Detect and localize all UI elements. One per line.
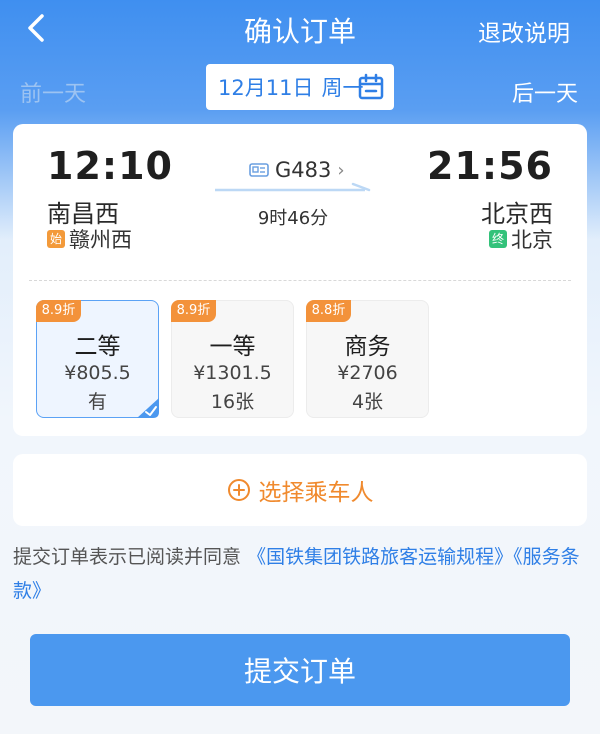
divider xyxy=(29,280,571,281)
origin-station: 赣州西 xyxy=(69,228,132,252)
seat-class: 商务 xyxy=(344,334,391,360)
date-selector[interactable]: 12月11日 周一 xyxy=(206,64,394,110)
seat-class: 一等 xyxy=(209,334,256,360)
route-arrow-icon xyxy=(215,182,371,192)
add-circle-icon xyxy=(227,479,250,501)
seat-availability: 4张 xyxy=(351,391,384,413)
terminal-station: 北京 xyxy=(511,228,553,252)
seat-option-first-class[interactable]: 8.9折 一等 ¥1301.5 16张 xyxy=(171,300,294,418)
seat-availability: 16张 xyxy=(210,391,255,413)
next-day-button[interactable]: 后一天 xyxy=(512,76,578,108)
header: 确认订单 退改说明 xyxy=(0,0,600,56)
terminal-tag: 终 xyxy=(489,230,507,248)
discount-badge: 8.9折 xyxy=(36,300,81,322)
selected-check-icon xyxy=(137,398,159,418)
select-passenger-button[interactable]: 选择乘车人 xyxy=(13,454,587,526)
select-passenger-label: 选择乘车人 xyxy=(258,480,374,506)
back-arrow-icon[interactable] xyxy=(22,12,50,44)
discount-badge: 8.8折 xyxy=(306,300,351,322)
train-number-link[interactable]: G483 › xyxy=(249,158,345,182)
seat-price: ¥1301.5 xyxy=(193,362,272,384)
submit-order-button[interactable]: 提交订单 xyxy=(30,634,570,706)
terminal-station-row: 终 北京 xyxy=(489,224,553,254)
discount-badge: 8.9折 xyxy=(171,300,216,322)
arrival-time: 21:56 xyxy=(427,144,553,188)
seat-price: ¥805.5 xyxy=(64,362,131,384)
ticket-icon xyxy=(249,163,269,177)
date-label: 12月11日 xyxy=(218,76,314,100)
railway-rules-link[interactable]: 《国铁集团铁路旅客运输规程》 xyxy=(247,546,513,568)
refund-policy-link[interactable]: 退改说明 xyxy=(478,14,570,48)
calendar-icon xyxy=(358,73,384,100)
origin-station-row: 始 赣州西 xyxy=(47,224,132,254)
train-info-card: 12:10 南昌西 始 赣州西 G483 › 9时46分 21:56 北京西 终… xyxy=(13,124,587,436)
travel-duration: 9时46分 xyxy=(257,208,329,229)
date-bar: 前一天 12月11日 周一 后一天 xyxy=(0,60,600,116)
seat-option-second-class[interactable]: 8.9折 二等 ¥805.5 有 xyxy=(36,300,159,418)
agreement-text: 提交订单表示已阅读并同意 《国铁集团铁路旅客运输规程》《服务条款》 xyxy=(13,540,591,608)
prev-day-button[interactable]: 前一天 xyxy=(20,76,86,108)
seat-price: ¥2706 xyxy=(337,362,398,384)
agreement-prefix: 提交订单表示已阅读并同意 xyxy=(13,546,242,568)
train-number: G483 xyxy=(275,158,332,182)
seat-option-business-class[interactable]: 8.8折 商务 ¥2706 4张 xyxy=(306,300,429,418)
origin-tag: 始 xyxy=(47,230,65,248)
chevron-right-icon: › xyxy=(337,159,345,181)
departure-time: 12:10 xyxy=(47,144,173,188)
seat-class: 二等 xyxy=(74,334,121,360)
